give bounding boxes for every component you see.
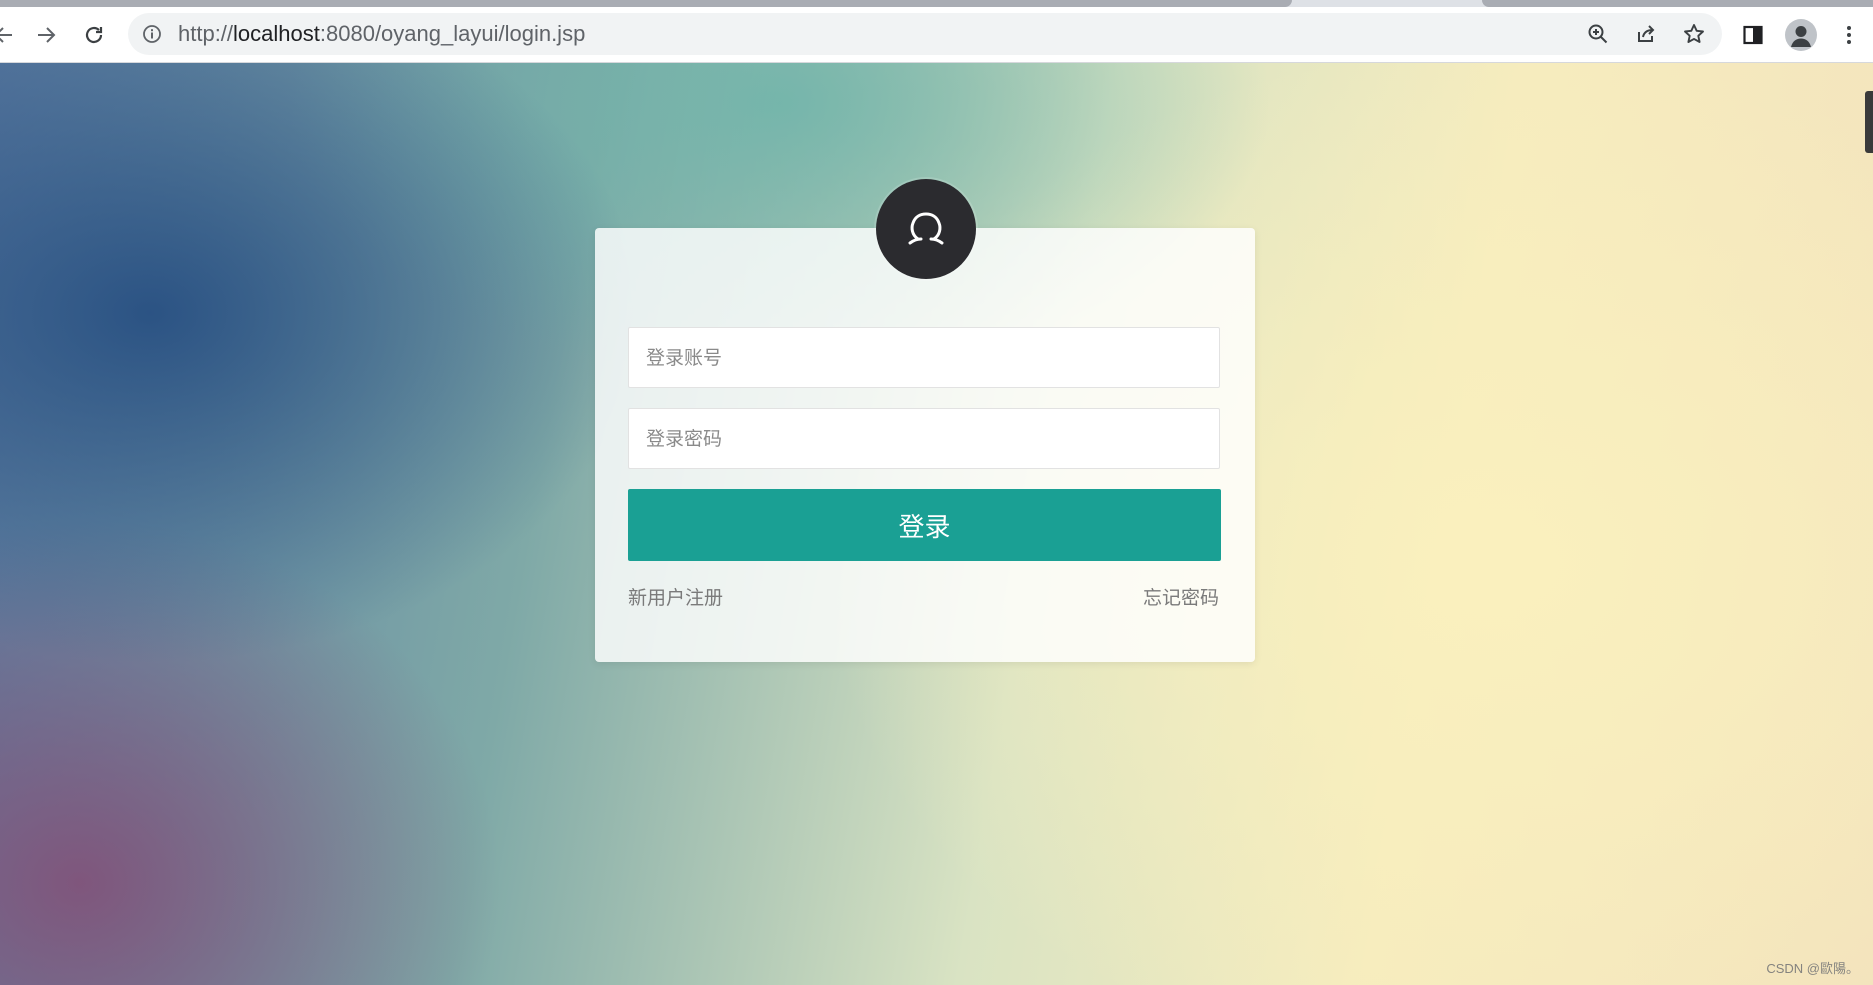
- login-button[interactable]: 登录: [628, 489, 1221, 561]
- profile-button[interactable]: [1783, 17, 1819, 53]
- browser-toolbar: http://localhost:8080/oyang_layui/login.…: [0, 7, 1873, 63]
- back-button[interactable]: [0, 17, 22, 53]
- password-field[interactable]: [628, 408, 1220, 469]
- register-link[interactable]: 新用户注册: [628, 583, 723, 610]
- address-bar[interactable]: http://localhost:8080/oyang_layui/login.…: [128, 13, 1722, 55]
- profile-icon: [1785, 19, 1817, 51]
- forward-button[interactable]: [28, 17, 64, 53]
- page-background: 登录 新用户注册 忘记密码 CSDN @歐陽。: [0, 63, 1873, 985]
- kebab-menu-icon: [1847, 26, 1851, 44]
- url-path: :8080/oyang_layui/login.jsp: [319, 21, 586, 46]
- side-panel-icon: [1743, 25, 1763, 45]
- scrollbar-thumb[interactable]: [1865, 91, 1873, 153]
- account-input[interactable]: [629, 328, 1219, 387]
- url-scheme: http://: [178, 21, 234, 46]
- login-avatar: [876, 179, 976, 279]
- arrow-left-icon: [0, 27, 12, 43]
- url-host: localhost: [233, 21, 320, 46]
- zoom-button[interactable]: [1582, 19, 1614, 49]
- menu-button[interactable]: [1831, 17, 1867, 53]
- user-icon: [908, 212, 944, 245]
- password-input[interactable]: [629, 409, 1219, 468]
- address-bar-actions: [1582, 19, 1710, 49]
- share-button[interactable]: [1630, 19, 1662, 49]
- account-field[interactable]: [628, 327, 1220, 388]
- reload-button[interactable]: [76, 17, 112, 53]
- forgot-password-link[interactable]: 忘记密码: [1143, 583, 1219, 610]
- bookmark-button[interactable]: [1678, 19, 1710, 49]
- zoom-in-icon: [1588, 24, 1608, 44]
- arrow-right-icon: [38, 27, 56, 43]
- reload-icon: [85, 26, 103, 44]
- star-icon: [1684, 24, 1704, 43]
- watermark: CSDN @歐陽。: [1766, 961, 1859, 976]
- inactive-tab-edge[interactable]: [1482, 0, 1873, 7]
- browser-right-tools: [1735, 17, 1867, 53]
- url-text[interactable]: http://localhost:8080/oyang_layui/login.…: [178, 13, 585, 55]
- side-panel-button[interactable]: [1735, 17, 1771, 53]
- info-icon[interactable]: [142, 24, 162, 44]
- active-tab-edge[interactable]: [0, 0, 1292, 7]
- share-icon: [1638, 25, 1655, 42]
